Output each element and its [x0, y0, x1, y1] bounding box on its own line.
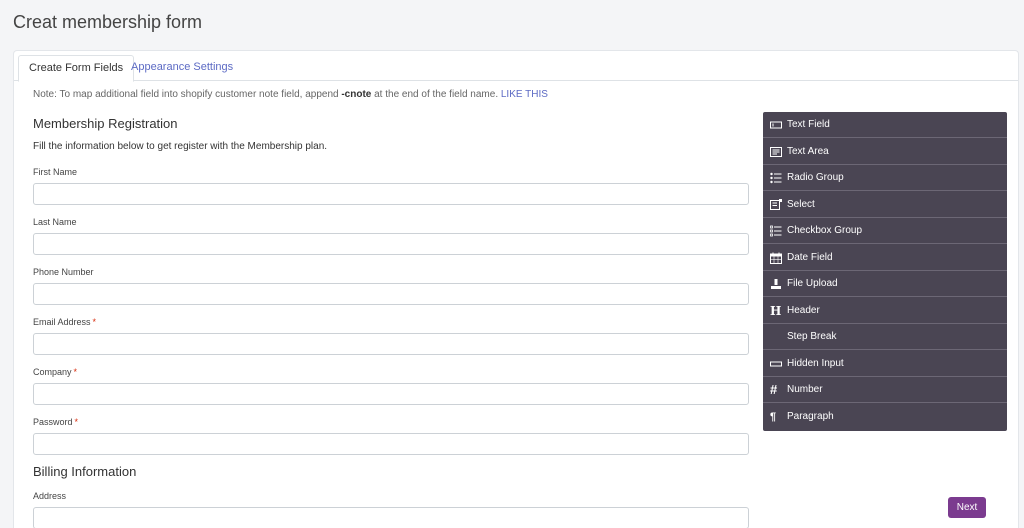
hidden-input-icon [770, 361, 782, 366]
first-name-input[interactable] [33, 183, 749, 205]
tab-appearance-settings[interactable]: Appearance Settings [121, 55, 243, 82]
field-palette: Text Field Text Area Radio Group Select … [763, 112, 1007, 431]
company-label: Company * [33, 367, 78, 377]
address-input[interactable] [33, 507, 749, 528]
upload-icon [771, 279, 781, 289]
radio-group-icon [770, 172, 782, 184]
cnote-hint: Note: To map additional field into shopi… [33, 89, 548, 100]
note-code: -cnote [341, 89, 372, 100]
first-name-label: First Name [33, 167, 78, 177]
palette-item-date-field[interactable]: Date Field [763, 245, 1007, 271]
calendar-icon [770, 252, 782, 264]
palette-item-hidden-input[interactable]: Hidden Input [763, 351, 1007, 377]
palette-item-checkbox-group[interactable]: Checkbox Group [763, 218, 1007, 244]
palette-item-paragraph[interactable]: ¶ Paragraph [763, 404, 1007, 430]
note-suffix: at the end of the field name. [371, 89, 501, 100]
pilcrow-icon: ¶ [770, 410, 777, 423]
company-input[interactable] [33, 383, 749, 405]
address-label: Address [33, 491, 67, 501]
note-prefix: Note: To map additional field into shopi… [33, 89, 342, 100]
palette-item-select[interactable]: Select [763, 192, 1007, 218]
palette-item-radio-group[interactable]: Radio Group [763, 165, 1007, 191]
password-label: Password * [33, 417, 79, 427]
email-address-input[interactable] [33, 333, 749, 355]
section-title-membership: Membership Registration [33, 116, 178, 131]
last-name-input[interactable] [33, 233, 749, 255]
select-icon [770, 198, 782, 210]
required-mark: * [73, 367, 78, 377]
tab-create-form-fields[interactable]: Create Form Fields [18, 55, 135, 82]
required-mark: * [92, 317, 97, 327]
text-field-icon [770, 121, 782, 129]
text-area-icon [770, 146, 782, 157]
palette-item-header[interactable]: H Header [763, 298, 1007, 324]
like-this-link[interactable]: LIKE THIS [501, 89, 548, 100]
section-description: Fill the information below to get regist… [33, 141, 328, 152]
password-input[interactable] [33, 433, 749, 455]
email-address-label: Email Address * [33, 317, 97, 327]
tab-bar: Create Form Fields Appearance Settings [14, 51, 1018, 82]
section-title-billing: Billing Information [33, 464, 137, 479]
header-icon: H [770, 303, 782, 318]
required-mark: * [74, 417, 79, 427]
page-title: Creat membership form [13, 12, 203, 32]
palette-item-file-upload[interactable]: File Upload [763, 271, 1007, 297]
hash-icon: # [770, 382, 778, 397]
palette-item-text-area[interactable]: Text Area [763, 139, 1007, 165]
checkbox-group-icon [770, 225, 782, 237]
palette-item-text-field[interactable]: Text Field [763, 112, 1007, 138]
phone-number-label: Phone Number [33, 267, 94, 277]
next-button[interactable]: Next [948, 497, 986, 518]
form-builder-card: Create Form Fields Appearance Settings N… [13, 50, 1019, 528]
palette-item-number[interactable]: # Number [763, 377, 1007, 403]
palette-item-step-break[interactable]: Step Break [763, 324, 1007, 350]
phone-number-input[interactable] [33, 283, 749, 305]
last-name-label: Last Name [33, 217, 77, 227]
